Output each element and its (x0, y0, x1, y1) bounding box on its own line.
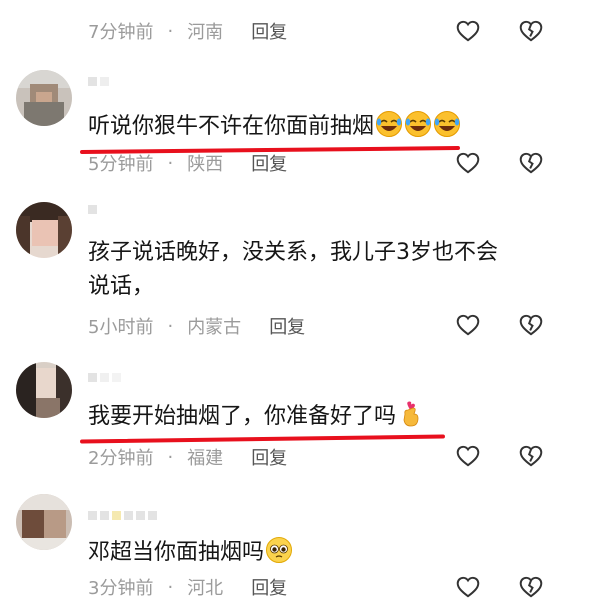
heart-outline-icon[interactable] (455, 312, 481, 338)
comment-time: 5小时前 (88, 317, 154, 338)
comment-item: 邓超当你面抽烟吗 3分钟前 · 河北 回复 (0, 480, 600, 616)
comment-meta: 5小时前 · 内蒙古 回复 (88, 313, 305, 339)
comment-location: 河南 (187, 22, 224, 43)
broken-heart-icon[interactable] (518, 443, 544, 469)
heart-outline-icon[interactable] (455, 150, 481, 176)
comment-item: 7分钟前 · 河南 回复 (0, 0, 600, 60)
avatar[interactable] (16, 202, 72, 258)
broken-heart-icon[interactable] (518, 150, 544, 176)
comment-text-line: 孩子说话晚好，没关系，我儿子3岁也不会 (88, 240, 498, 265)
reply-button[interactable]: 回复 (251, 574, 287, 600)
username-blurred (88, 74, 109, 88)
comment-location: 内蒙古 (187, 317, 242, 338)
comment-item: 我要开始抽烟了，你准备好了吗 2分钟前 · 福建 回复 (0, 348, 600, 480)
reply-button[interactable]: 回复 (269, 313, 305, 339)
comment-meta: 2分钟前 · 福建 回复 (88, 444, 287, 470)
red-underline-annotation (79, 434, 446, 444)
comment-meta: 7分钟前 · 河南 回复 (88, 18, 287, 44)
avatar[interactable] (16, 70, 72, 126)
reply-button[interactable]: 回复 (251, 444, 287, 470)
comment-time: 7分钟前 (88, 22, 154, 43)
comment-text-content: 我要开始抽烟了，你准备好了吗 (88, 404, 397, 429)
comment-location: 陕西 (187, 154, 224, 175)
pleading-emoji (266, 537, 293, 563)
avatar[interactable] (16, 494, 72, 550)
reply-button[interactable]: 回复 (251, 150, 287, 176)
comment-location: 福建 (187, 448, 224, 469)
reply-button[interactable]: 回复 (251, 18, 287, 44)
broken-heart-icon[interactable] (518, 312, 544, 338)
comment-text: 听说你狠牛不许在你面前抽烟 (88, 110, 461, 144)
comment-time: 3分钟前 (88, 578, 154, 599)
meta-separator: · (167, 576, 174, 598)
comment-text-content: 邓超当你面抽烟吗 (88, 540, 265, 565)
comment-time: 5分钟前 (88, 154, 154, 175)
comment-item: 听说你狠牛不许在你面前抽烟 5分钟前 · 陕西 回复 (0, 60, 600, 188)
broken-heart-icon[interactable] (518, 18, 544, 44)
avatar[interactable] (16, 362, 72, 418)
meta-separator: · (167, 446, 174, 468)
heart-outline-icon[interactable] (455, 18, 481, 44)
meta-separator: · (167, 152, 174, 174)
comment-text: 邓超当你面抽烟吗 (88, 536, 293, 570)
username-blurred (88, 370, 121, 384)
finger-heart-emoji (403, 401, 419, 427)
comment-meta: 3分钟前 · 河北 回复 (88, 574, 287, 600)
meta-separator: · (167, 315, 174, 337)
comment-time: 2分钟前 (88, 448, 154, 469)
comment-text-line: 说话， (88, 274, 155, 299)
username-blurred (88, 508, 157, 522)
comment-item: 孩子说话晚好，没关系，我儿子3岁也不会 说话， 5小时前 · 内蒙古 回复 (0, 188, 600, 348)
meta-separator: · (167, 20, 174, 42)
comment-location: 河北 (187, 578, 224, 599)
comment-text: 我要开始抽烟了，你准备好了吗 (88, 400, 425, 434)
rofl-emoji (405, 111, 432, 137)
heart-outline-icon[interactable] (455, 443, 481, 469)
heart-outline-icon[interactable] (455, 574, 481, 600)
rofl-emoji (434, 111, 461, 137)
comment-meta: 5分钟前 · 陕西 回复 (88, 150, 287, 176)
comment-text-content: 听说你狠牛不许在你面前抽烟 (88, 114, 375, 139)
comment-text: 孩子说话晚好，没关系，我儿子3岁也不会 说话， (88, 236, 498, 304)
broken-heart-icon[interactable] (518, 574, 544, 600)
username-blurred (88, 202, 97, 216)
rofl-emoji (376, 111, 403, 137)
